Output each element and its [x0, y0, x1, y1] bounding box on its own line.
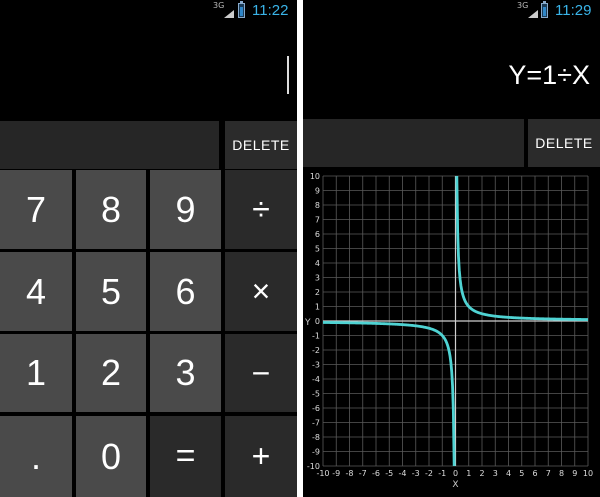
key-0[interactable]: 0 [76, 416, 146, 497]
x-tick-label: 3 [493, 469, 498, 478]
y-tick-label: -8 [312, 433, 320, 442]
battery-icon [238, 1, 245, 18]
curve-branch-1 [322, 321, 456, 467]
x-tick-label: -5 [385, 469, 393, 478]
y-tick-label: -10 [307, 462, 320, 471]
y-tick-label: 2 [315, 288, 320, 297]
y-tick-label: -9 [312, 448, 320, 457]
x-axis-label: X [452, 480, 458, 490]
formula-display: Y=1÷X [508, 60, 590, 90]
y-tick-label: 1 [315, 303, 320, 312]
y-tick-label: 4 [315, 259, 320, 268]
y-tick-label: -6 [312, 404, 320, 413]
battery-icon [541, 1, 548, 18]
key-6[interactable]: 6 [150, 252, 221, 331]
function-graph[interactable]: -10 -9 -8 -7 -6 -5 -4 -3 -2 -1 0 1 2 3 4 5 6 7 8 9 10 109876… [303, 170, 600, 497]
key-9[interactable]: 9 [150, 170, 221, 249]
divide-button[interactable]: ÷ [225, 170, 297, 249]
network-type-label: 3G [213, 1, 225, 10]
curve-branch-2 [455, 175, 589, 321]
text-cursor [287, 56, 289, 94]
y-tick-label: 10 [310, 172, 320, 181]
y-tick-label: -2 [312, 346, 320, 355]
x-tick-label: 9 [572, 469, 577, 478]
calculator-display[interactable] [0, 24, 297, 120]
x-tick-label: -8 [346, 469, 354, 478]
delete-button[interactable]: DELETE [528, 119, 600, 167]
key-8[interactable]: 8 [76, 170, 146, 249]
y-tick-label: 7 [315, 216, 320, 225]
calculator-screen: 3G 11:22 DELETE 7 8 9 ÷ 4 5 6 × 1 2 3 − … [0, 0, 297, 497]
multiply-button[interactable]: × [225, 252, 297, 331]
equals-button[interactable]: = [150, 416, 221, 497]
signal-icon [528, 10, 538, 18]
add-button[interactable]: + [225, 416, 297, 497]
x-tick-label: 4 [506, 469, 511, 478]
y-tick-label: 9 [315, 187, 320, 196]
decimal-point-button[interactable]: . [0, 416, 72, 497]
key-3[interactable]: 3 [150, 334, 221, 412]
x-tick-label: -3 [412, 469, 420, 478]
x-tick-label: -7 [359, 469, 367, 478]
subtract-button[interactable]: − [225, 334, 297, 412]
key-7[interactable]: 7 [0, 170, 72, 249]
x-tick-label: 6 [532, 469, 537, 478]
status-bar: 3G 11:29 [303, 0, 600, 24]
x-tick-label: -9 [332, 469, 340, 478]
delete-button[interactable]: DELETE [225, 121, 297, 169]
key-4[interactable]: 4 [0, 252, 72, 331]
status-time: 11:22 [252, 2, 289, 19]
x-tick-label: 8 [559, 469, 564, 478]
x-tick-label: 0 [453, 469, 458, 478]
x-tick-label: -1 [438, 469, 446, 478]
y-tick-label: -7 [312, 419, 320, 428]
y-axis-label: Y [304, 318, 311, 328]
key-5[interactable]: 5 [76, 252, 146, 331]
key-2[interactable]: 2 [76, 334, 146, 412]
status-bar: 3G 11:22 [0, 0, 297, 24]
input-field[interactable] [0, 121, 219, 169]
x-tick-label: -6 [372, 469, 380, 478]
y-tick-label: -3 [312, 361, 320, 370]
input-field[interactable] [303, 119, 524, 167]
key-1[interactable]: 1 [0, 334, 72, 412]
x-tick-label: 1 [466, 469, 471, 478]
x-axis-ticks: -10 -9 -8 -7 -6 -5 -4 -3 -2 -1 0 1 2 3 4 5 6 7 8 9 10 [316, 469, 593, 478]
y-tick-label: 6 [315, 230, 320, 239]
x-tick-label: 2 [479, 469, 484, 478]
network-type-label: 3G [517, 1, 529, 10]
y-tick-label: 3 [315, 274, 320, 283]
signal-icon [224, 10, 234, 18]
y-tick-label: -5 [312, 390, 320, 399]
x-tick-label: 5 [519, 469, 524, 478]
x-tick-label: 10 [583, 469, 593, 478]
status-time: 11:29 [555, 2, 592, 19]
x-tick-label: -4 [399, 469, 407, 478]
graph-screen: 3G 11:29 Y=1÷X DELETE -10 -9 -8 -7 -6 -5 -4 -3-… [303, 0, 600, 497]
y-tick-label: 8 [315, 201, 320, 210]
x-tick-label: 7 [546, 469, 551, 478]
y-tick-label: 0 [315, 317, 320, 326]
y-tick-label: -1 [312, 332, 320, 341]
x-tick-label: -2 [425, 469, 433, 478]
y-tick-label: -4 [312, 375, 320, 384]
y-tick-label: 5 [315, 245, 320, 254]
calculator-display[interactable]: Y=1÷X [303, 24, 600, 120]
